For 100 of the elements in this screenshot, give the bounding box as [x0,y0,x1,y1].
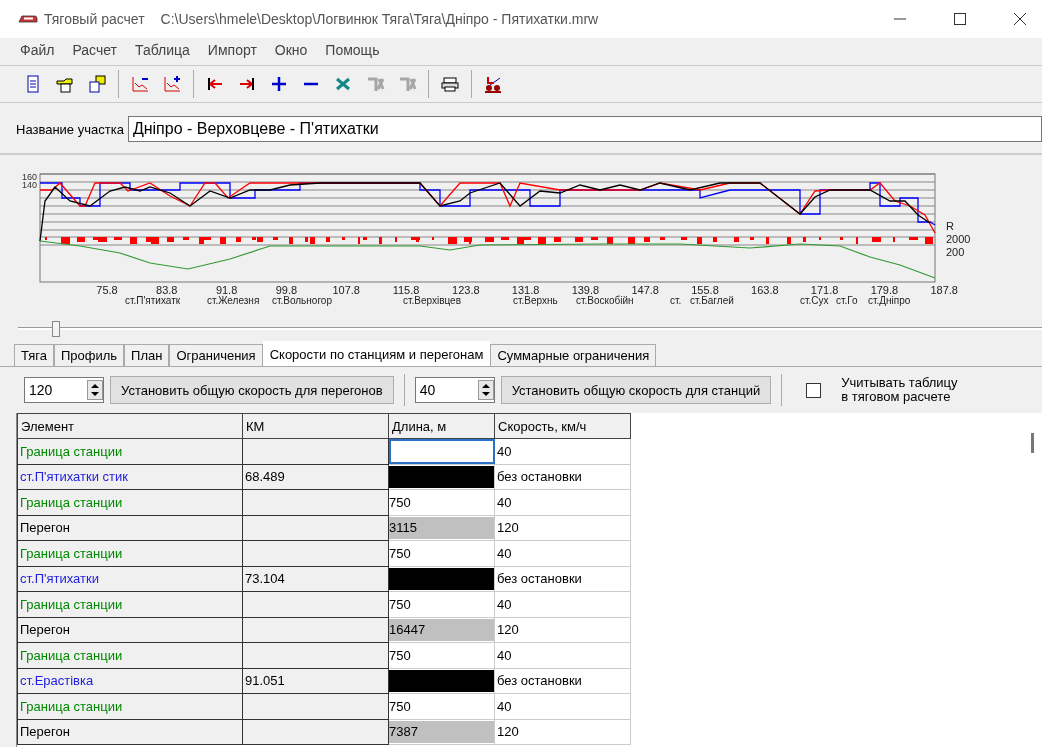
station-label: ст. [670,295,682,306]
checkbox[interactable] [806,382,822,398]
table-cell: ст.П'ятихатки [17,566,243,592]
stage-speed-spinbox[interactable]: 120 [24,377,104,403]
checkbox-label: Учитывать таблицу в тяговом расчете [841,376,958,404]
table-cell: 120 [494,719,631,745]
axis-tick-label: 163.8 [751,284,779,296]
table-cell[interactable]: 750 [388,489,495,515]
station-speed-spinbox[interactable]: 40 [414,377,495,403]
close-icon[interactable] [1014,13,1026,25]
axis-tick-label: 83.8 [156,284,178,296]
column-header[interactable]: Длина, м [388,413,495,439]
station-label: ст.Баглей [690,295,734,306]
table-cell: Перегон [17,617,243,643]
table-cell: Граница станции [17,540,243,566]
station-label: ст.П'ятихатк [125,295,181,306]
menu-item[interactable]: Расчет [72,42,117,58]
station-label: ст.Го [836,295,858,306]
menu-item[interactable]: Импорт [207,42,257,58]
axis-tick-label: 99.8 [275,284,298,296]
axis-label: R [946,220,954,232]
station-label: ст.Воскобійн [576,295,634,306]
table-cell: ст.Ерастівка [17,668,243,694]
table-cell: 68.489 [242,464,389,490]
axis-tick-label: 131.8 [511,284,540,296]
station-label: ст.Сух [800,295,829,306]
plus-icon[interactable] [269,74,289,94]
tab[interactable]: Скорости по станциям и перегонам [262,341,491,366]
axis-label: 200 [946,246,965,258]
table-cell: Граница станции [17,489,243,515]
station-label: ст.Дніпро [868,295,911,306]
train-icon [18,13,38,25]
tab[interactable]: Ограничения [169,344,263,366]
table-cell: Граница станции [17,591,243,617]
printer-icon[interactable] [440,74,460,94]
tab[interactable]: Профиль [53,344,125,366]
table-cell: Граница станции [17,693,243,719]
scrollbar-thumb[interactable] [1031,433,1034,453]
table-cell: 40 [494,489,631,515]
axis-tick-label: 139.8 [571,284,600,296]
column-header[interactable]: Скорость, км/ч [494,413,631,439]
table-cell: 40 [494,693,631,719]
file-path: C:\Users\hmele\Desktop\Логвинюк Тяга\Тяга\Дніпро - Пятихатки.mrw [160,11,599,27]
table-cell: 120 [494,617,631,643]
table-cell[interactable] [388,438,495,464]
axis-tick-label: 140 [22,180,38,190]
axis-tick-label: 147.8 [631,284,659,296]
axis-tick-label: 75.8 [96,284,118,296]
station-label: ст.Вольногор [272,295,332,306]
tab[interactable]: План [124,344,170,366]
table-cell: Перегон [17,719,243,745]
axis-tick-label: 155.8 [691,284,719,296]
field-label: Название участка [16,121,124,137]
menu-item[interactable]: Таблица [134,42,190,58]
menu-item[interactable]: Окно [274,42,308,58]
tab[interactable]: Тяга [14,344,54,366]
menu-item[interactable]: Файл [20,42,55,58]
table-cell[interactable]: 750 [388,591,495,617]
axis-tick-label: 179.8 [870,284,899,296]
chart-minus-icon[interactable] [130,74,150,94]
spin-arrows-icon[interactable] [87,380,103,400]
table-cell: 16447 [389,618,494,641]
spin-arrows-icon[interactable] [477,380,494,400]
tab[interactable]: Суммарные ограничения [490,344,657,366]
axis-tick-label: 171.8 [810,284,839,296]
axis-tick-label: 160 [22,172,38,182]
chart-plus-icon[interactable] [162,74,182,94]
axis-tick-label: 115.8 [392,284,420,296]
table-cell: без остановки [494,464,631,490]
section-name-field[interactable]: Дніпро - Верховцеве - П'ятихатки [127,116,1042,142]
table-cell: 40 [494,438,631,464]
table-cell: 91.051 [242,668,389,694]
axis-tick-label: 91.8 [215,284,238,296]
column-header[interactable]: Элемент [17,413,243,439]
maximize-icon[interactable] [954,13,966,25]
station-label: ст.Железня [207,295,260,306]
table-cell: 40 [494,591,631,617]
table-cell[interactable]: 750 [388,540,495,566]
table-cell: 73.104 [242,566,389,592]
table-cell: 120 [494,515,631,541]
axis-tick-label: 123.8 [452,284,480,296]
table-cell[interactable]: 750 [388,693,495,719]
window-title: Тяговый расчет [44,11,145,27]
table-cell: без остановки [494,668,631,694]
axis-label: 2000 [946,233,971,245]
station-label: ст.Верхнь [513,295,558,306]
table-cell: 40 [494,540,631,566]
table-cell: Перегон [17,515,243,541]
set-stage-speed-button[interactable]: Установить общую скорость для перегонов [110,376,394,404]
column-header[interactable]: КМ [242,413,389,439]
menu-item[interactable]: Помощь [325,42,380,58]
table-cell: 7387 [389,720,494,743]
set-station-speed-button[interactable]: Установить общую скорость для станций [500,376,772,404]
axis-tick-label: 107.8 [332,284,360,296]
table-cell: Граница станции [17,642,243,668]
table-cell: ст.П'ятихатки стик [17,464,243,490]
table-cell[interactable]: 750 [388,642,495,668]
station-label: ст.Верхівцев [403,295,461,306]
table-cell: 3115 [389,516,494,539]
table-cell: 40 [494,642,631,668]
